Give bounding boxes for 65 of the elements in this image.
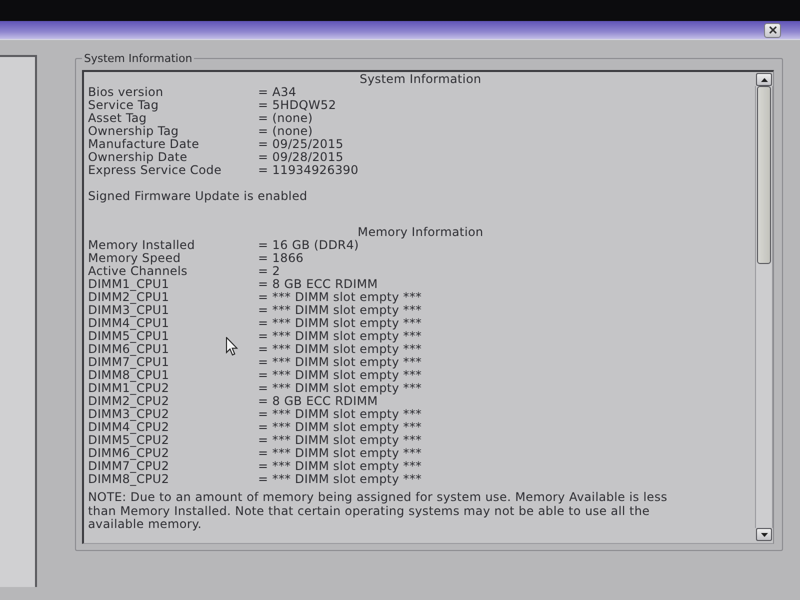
row-value: = *** DIMM slot empty *** — [258, 304, 422, 317]
row-label: DIMM2_CPU1 — [88, 291, 170, 304]
row-label: DIMM7_CPU2 — [88, 460, 170, 473]
row-value: = 8 GB ECC RDIMM — [258, 395, 378, 408]
row-value: = *** DIMM slot empty *** — [258, 421, 422, 434]
row-label: Active Channels — [88, 265, 188, 278]
row-value: = *** DIMM slot empty *** — [258, 317, 422, 330]
row-value: = 8 GB ECC RDIMM — [258, 278, 378, 291]
group-title: System Information — [83, 52, 194, 65]
row-label: DIMM1_CPU2 — [88, 382, 170, 395]
row-value: = 16 GB (DDR4) — [258, 239, 359, 252]
row-value: = *** DIMM slot empty *** — [258, 382, 422, 395]
row-value: = *** DIMM slot empty *** — [258, 356, 422, 369]
row-label: DIMM8_CPU2 — [88, 473, 170, 486]
row-label: DIMM3_CPU2 — [88, 408, 170, 421]
row-value: = 11934926390 — [258, 164, 358, 177]
row-value: = 2 — [258, 265, 280, 278]
row-label: DIMM6_CPU2 — [88, 447, 170, 460]
row-value: = 09/28/2015 — [258, 151, 344, 164]
row-value: = (none) — [258, 125, 313, 138]
row-label: Memory Speed — [88, 252, 181, 265]
row-label: DIMM3_CPU1 — [88, 304, 170, 317]
row-label: Asset Tag — [88, 112, 147, 125]
row-label: Bios version — [88, 86, 164, 99]
row-label: DIMM5_CPU1 — [88, 330, 170, 343]
row-label: DIMM4_CPU1 — [88, 317, 170, 330]
row-value: = *** DIMM slot empty *** — [258, 460, 422, 473]
row-value: = *** DIMM slot empty *** — [258, 434, 422, 447]
row-label: DIMM1_CPU1 — [88, 278, 170, 291]
down-arrow-icon — [760, 532, 768, 536]
row-label: DIMM6_CPU1 — [88, 343, 170, 356]
row-label: Express Service Code — [88, 164, 222, 177]
row-value: = (none) — [258, 112, 313, 125]
row-value: = 1866 — [258, 252, 304, 265]
firmware-status-text: Signed Firmware Update is enabled — [88, 190, 308, 203]
row-label: DIMM2_CPU2 — [88, 395, 170, 408]
row-value: = 09/25/2015 — [258, 138, 344, 151]
row-label: DIMM8_CPU1 — [88, 369, 170, 382]
row-label: DIMM7_CPU1 — [88, 356, 170, 369]
row-value: = *** DIMM slot empty *** — [258, 447, 422, 460]
row-value: = *** DIMM slot empty *** — [258, 291, 422, 304]
row-label: DIMM5_CPU2 — [88, 434, 170, 447]
row-value: = 5HDQW52 — [258, 99, 336, 112]
row-value: = A34 — [258, 86, 296, 99]
row-value: = *** DIMM slot empty *** — [258, 343, 422, 356]
up-arrow-icon — [760, 78, 768, 82]
row-label: Ownership Date — [88, 151, 188, 164]
row-value: = *** DIMM slot empty *** — [258, 369, 422, 382]
row-label: Manufacture Date — [88, 138, 200, 151]
row-label: Service Tag — [88, 99, 159, 112]
row-value: = *** DIMM slot empty *** — [258, 473, 422, 486]
scroll-up-button[interactable] — [756, 73, 772, 86]
close-icon — [768, 26, 776, 34]
scroll-down-button[interactable] — [756, 528, 772, 541]
row-value: = *** DIMM slot empty *** — [258, 408, 422, 421]
section-heading: Memory Information — [356, 226, 484, 239]
mouse-pointer-icon — [226, 337, 238, 356]
row-value: = *** DIMM slot empty *** — [258, 330, 422, 343]
row-label: Memory Installed — [88, 239, 195, 252]
memory-note: NOTE: Due to an amount of memory being assigned for system use. Memory Available is less than Memory Installed. Note that certain operating systems may not be able to use all the available memory. — [88, 491, 668, 532]
row-label: DIMM4_CPU2 — [88, 421, 170, 434]
section-heading: System Information — [358, 73, 482, 86]
scrollbar-thumb[interactable] — [757, 86, 771, 264]
close-button[interactable] — [764, 22, 781, 38]
row-label: Ownership Tag — [88, 125, 179, 138]
